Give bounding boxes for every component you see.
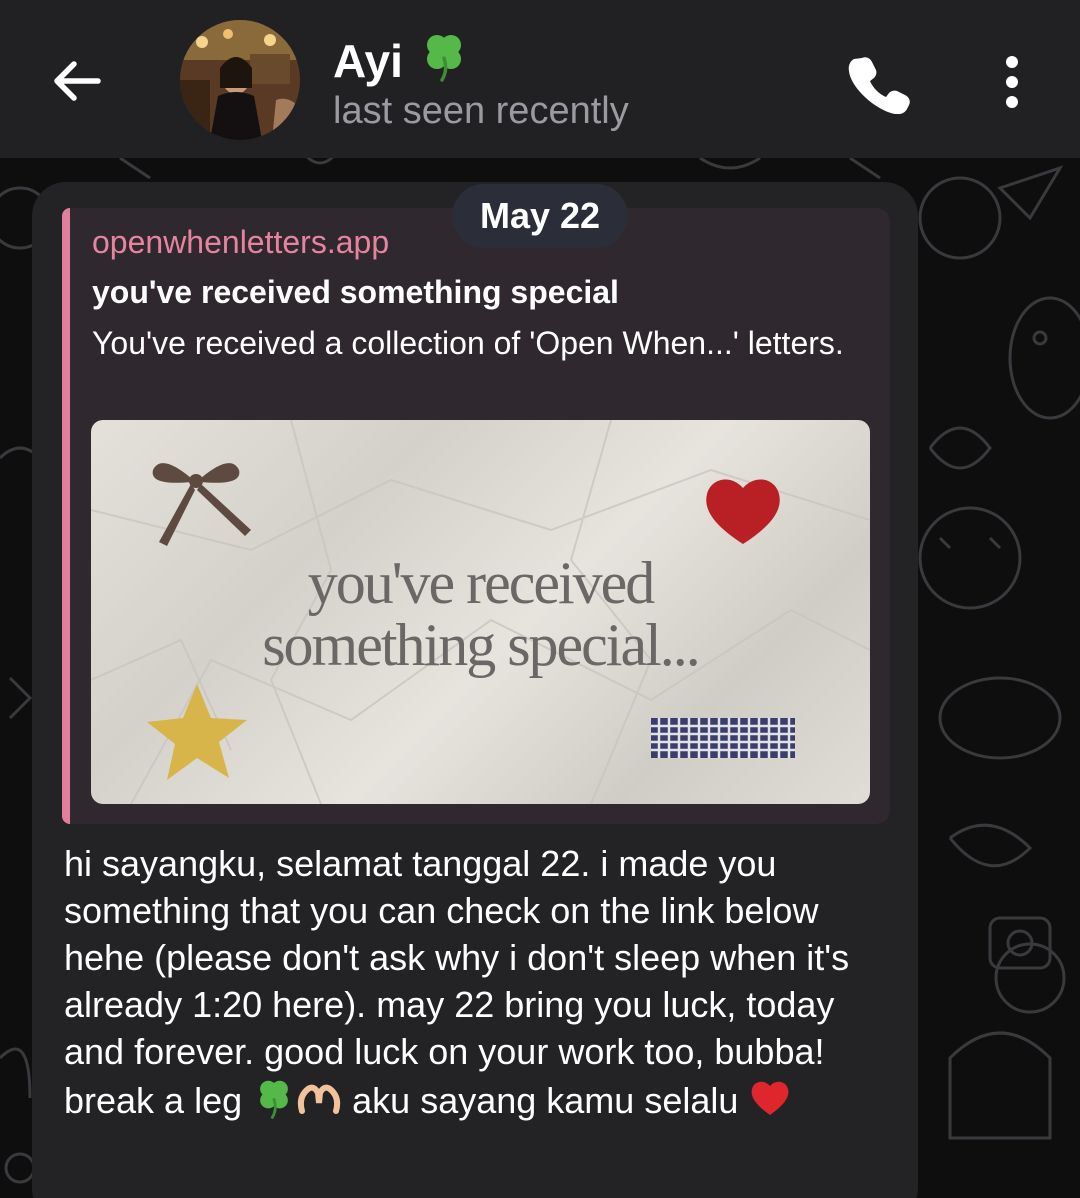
link-preview-title: you've received something special — [92, 274, 619, 310]
heart-hands-icon — [296, 1075, 342, 1130]
ribbon-bow-icon — [152, 463, 251, 546]
date-separator: May 22 — [452, 184, 628, 248]
heart-sticker-icon — [706, 479, 780, 544]
link-preview-accent-bar — [62, 208, 70, 824]
contact-avatar[interactable] — [180, 20, 300, 140]
link-preview[interactable]: openwhenletters.app you've received some… — [62, 208, 890, 824]
link-preview-image-text: you've received something special... — [262, 550, 701, 678]
link-preview-site[interactable]: openwhenletters.app — [92, 224, 389, 261]
contact-name-text: Ayi — [333, 34, 403, 87]
star-sticker-icon — [147, 684, 247, 780]
message-tail-text: aku sayang kamu selalu — [352, 1080, 739, 1121]
gingham-tape-icon — [651, 718, 795, 758]
contact-status: last seen recently — [333, 90, 629, 132]
red-heart-icon — [748, 1075, 792, 1130]
contact-name[interactable]: Ayi — [333, 28, 471, 93]
phone-call-icon[interactable] — [846, 50, 910, 115]
link-preview-description: You've received a collection of 'Open Wh… — [92, 325, 844, 361]
four-leaf-clover-icon — [252, 1075, 296, 1130]
message-text: hi sayangku, selamat tanggal 22. i made … — [64, 840, 894, 1130]
four-leaf-clover-icon — [417, 28, 471, 93]
link-preview-image[interactable]: you've received something special... — [91, 420, 870, 804]
chat-header: Ayi last seen recently — [0, 0, 1080, 158]
back-arrow-icon[interactable] — [46, 50, 108, 112]
more-options-icon[interactable] — [992, 50, 1032, 114]
